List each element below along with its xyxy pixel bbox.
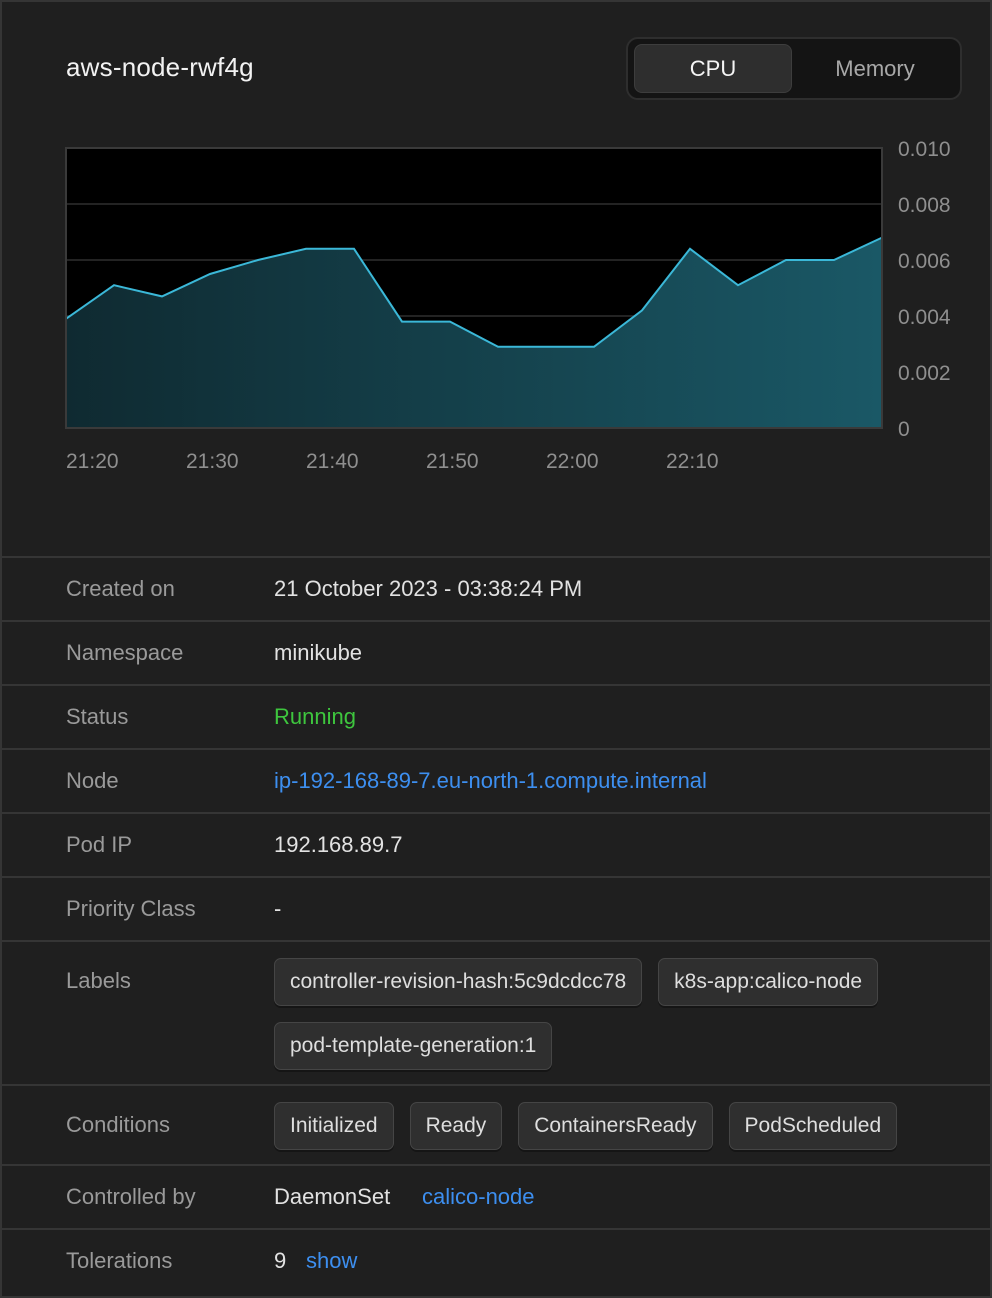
row-priority-class: Priority Class -	[2, 876, 992, 940]
created-on-value: 21 October 2023 - 03:38:24 PM	[274, 576, 583, 601]
label-chip: k8s-app:calico-node	[658, 958, 879, 1006]
row-created-on: Created on 21 October 2023 - 03:38:24 PM	[2, 556, 992, 620]
row-node: Node ip-192-168-89-7.eu-north-1.compute.…	[2, 748, 992, 812]
priority-class-label: Priority Class	[66, 896, 196, 921]
row-namespace: Namespace minikube	[2, 620, 992, 684]
row-controlled-by: Controlled by DaemonSet calico-node	[2, 1164, 992, 1228]
label-chip: pod-template-generation:1	[274, 1022, 553, 1070]
x-tick-label: 22:10	[666, 450, 719, 473]
pod-details-panel: aws-node-rwf4g CPU Memory 0.010 0.008 0.00…	[0, 0, 992, 1298]
namespace-label: Namespace	[66, 640, 184, 665]
condition-chip: PodScheduled	[728, 1102, 898, 1150]
y-tick-label: 0.010	[898, 138, 951, 161]
condition-chip: Ready	[409, 1102, 503, 1150]
created-on-label: Created on	[66, 576, 175, 601]
x-tick-label: 21:50	[426, 450, 479, 473]
condition-chip: ContainersReady	[518, 1102, 713, 1150]
x-tick-label: 22:00	[546, 450, 599, 473]
controlled-by-label: Controlled by	[66, 1184, 196, 1209]
conditions-label: Conditions	[66, 1112, 170, 1137]
labels-label: Labels	[66, 968, 131, 993]
controller-link[interactable]: calico-node	[422, 1184, 535, 1210]
x-tick-label: 21:40	[306, 450, 359, 473]
y-tick-label: 0.004	[898, 306, 951, 329]
pod-title: aws-node-rwf4g	[66, 52, 254, 82]
row-tolerations: Tolerations 9 show	[2, 1228, 992, 1292]
row-labels: Labels controller-revision-hash:5c9dcdcc…	[2, 940, 992, 1084]
pod-ip-value: 192.168.89.7	[274, 832, 403, 857]
cpu-usage-chart: 0.010 0.008 0.006 0.004 0.002 0 21:20 21:30 21:4…	[65, 138, 951, 473]
labels-chip-list: controller-revision-hash:5c9dcdcc78 k8s-…	[274, 958, 974, 1070]
tolerations-label: Tolerations	[66, 1248, 173, 1273]
cpu-tab-button[interactable]: CPU	[634, 44, 792, 93]
row-pod-ip: Pod IP 192.168.89.7	[2, 812, 992, 876]
y-tick-label: 0.008	[898, 194, 951, 217]
x-tick-label: 21:20	[66, 450, 119, 473]
row-status: Status Running	[2, 684, 992, 748]
status-label: Status	[66, 704, 129, 729]
y-tick-label: 0.006	[898, 250, 951, 273]
memory-tab-button[interactable]: Memory	[796, 44, 954, 93]
node-label: Node	[66, 768, 119, 793]
y-tick-label: 0.002	[898, 362, 951, 385]
priority-class-value: -	[274, 896, 282, 921]
pod-header: aws-node-rwf4g CPU Memory 0.010 0.008 0.00…	[2, 2, 992, 556]
node-link[interactable]: ip-192-168-89-7.eu-north-1.compute.inter…	[274, 768, 707, 794]
x-tick-label: 21:30	[186, 450, 239, 473]
condition-chip: Initialized	[274, 1102, 394, 1150]
row-conditions: Conditions Initialized Ready ContainersR…	[2, 1084, 992, 1164]
controller-kind: DaemonSet	[274, 1184, 391, 1209]
pod-ip-label: Pod IP	[66, 832, 133, 857]
namespace-value: minikube	[274, 640, 363, 665]
details-table: Created on 21 October 2023 - 03:38:24 PM…	[2, 556, 992, 1292]
status-value: Running	[274, 704, 356, 729]
label-chip: controller-revision-hash:5c9dcdcc78	[274, 958, 643, 1006]
tolerations-count: 9	[274, 1248, 287, 1273]
metric-toggle: CPU Memory	[626, 37, 962, 100]
y-tick-label: 0	[898, 418, 910, 441]
conditions-chip-list: Initialized Ready ContainersReady PodSch…	[274, 1102, 974, 1150]
tolerations-show-link[interactable]: show	[306, 1248, 357, 1274]
